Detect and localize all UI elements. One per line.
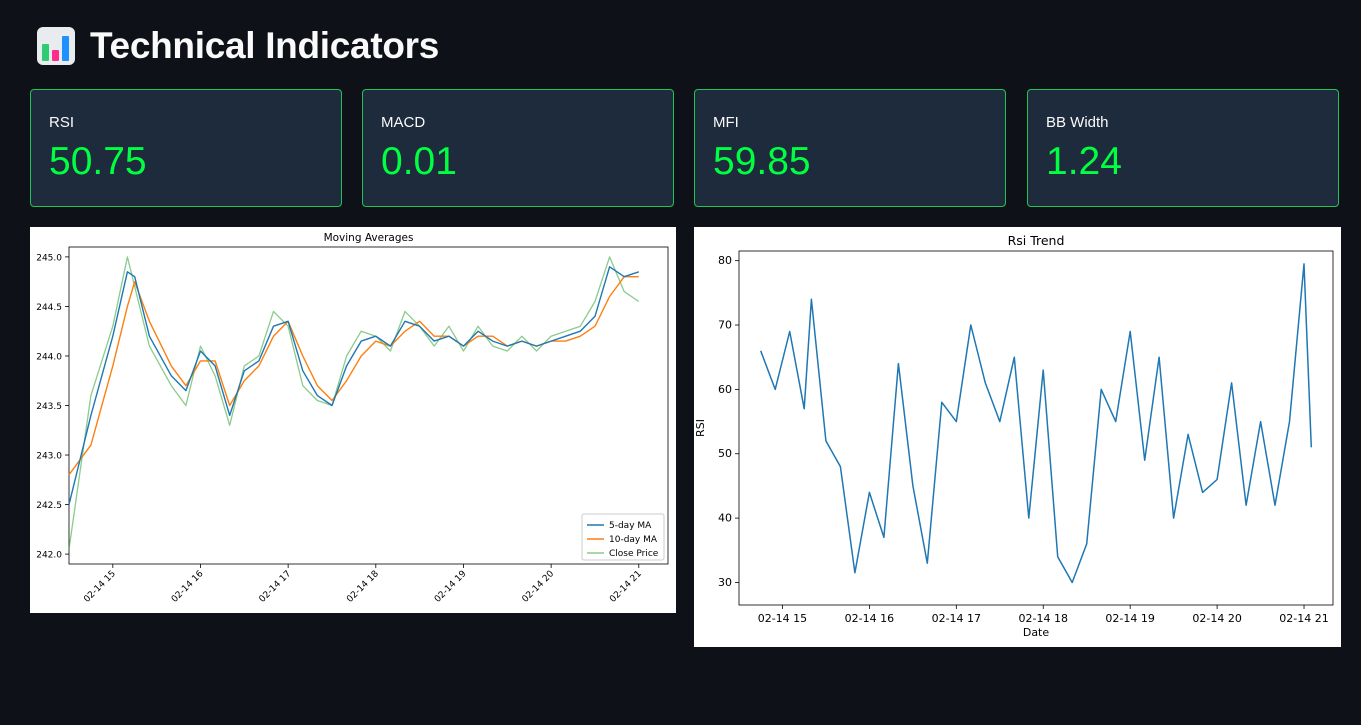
metric-value: 1.24 — [1046, 140, 1122, 183]
metric-label: RSI — [49, 114, 75, 131]
rsi-trend-chart: Rsi Trend 30 40 50 60 70 80 02-14 15 02-14 16 02-… — [694, 233, 1334, 639]
x-tick-label: 02-14 16 — [170, 569, 206, 605]
x-tick-label: 02-14 17 — [932, 612, 981, 625]
metric-value: 59.85 — [713, 140, 811, 183]
legend-label: 10-day MA — [609, 535, 658, 545]
x-tick-label: 02-14 21 — [1279, 612, 1328, 625]
metric-card-bb-width: BB Width 1.24 — [1027, 89, 1339, 207]
x-tick-label: 02-14 20 — [521, 569, 557, 605]
x-tick-label: 02-14 19 — [433, 569, 469, 605]
moving-averages-chart-card: Moving Averages 242.0 242.5 243.0 243.5 244.0… — [30, 227, 676, 613]
series-line-rsi — [759, 263, 1313, 584]
chart-legend: 5-day MA 10-day MA Close Price — [581, 513, 665, 561]
series-line-10-day-ma — [68, 276, 639, 476]
x-tick-label: 02-14 21 — [608, 569, 644, 605]
series-line-close-price — [68, 256, 640, 550]
x-tick-label: 02-14 15 — [82, 569, 118, 605]
legend-label: Close Price — [609, 549, 659, 559]
page-title: Technical Indicators — [90, 25, 440, 66]
chart-title: Rsi Trend — [1008, 233, 1065, 248]
y-tick-label: 70 — [718, 319, 732, 332]
y-tick-label: 244.5 — [36, 303, 62, 313]
y-tick-label: 50 — [718, 447, 732, 460]
x-tick-label: 02-14 19 — [1105, 612, 1154, 625]
bar-chart-icon — [37, 27, 75, 65]
x-axis-label: Date — [1023, 626, 1050, 639]
metric-value: 50.75 — [49, 140, 147, 183]
y-tick-label: 243.0 — [36, 452, 62, 462]
page-header: Technical Indicators — [36, 24, 439, 68]
x-tick-label: 02-14 15 — [758, 612, 807, 625]
metric-label: BB Width — [1046, 114, 1109, 131]
y-axis-label: RSI — [694, 419, 707, 437]
y-tick-label: 40 — [718, 512, 732, 525]
metric-card-rsi: RSI 50.75 — [30, 89, 342, 207]
y-tick-label: 60 — [718, 383, 732, 396]
series-line-5-day-ma — [68, 266, 640, 505]
moving-averages-chart: Moving Averages 242.0 242.5 243.0 243.5 244.0… — [36, 232, 669, 605]
chart-title: Moving Averages — [324, 232, 414, 244]
metric-value: 0.01 — [381, 140, 457, 183]
plot-frame — [738, 250, 1334, 606]
metric-label: MFI — [713, 114, 739, 131]
rsi-trend-chart-card: Rsi Trend 30 40 50 60 70 80 02-14 15 02-14 16 02-… — [694, 227, 1341, 647]
y-tick-label: 244.0 — [36, 352, 62, 362]
x-tick-label: 02-14 17 — [258, 569, 294, 605]
metric-label: MACD — [381, 114, 426, 131]
x-tick-label: 02-14 18 — [1019, 612, 1068, 625]
plot-frame — [68, 246, 669, 565]
y-tick-label: 242.0 — [36, 551, 62, 561]
y-tick-label: 30 — [718, 576, 732, 589]
metric-card-macd: MACD 0.01 — [362, 89, 674, 207]
y-tick-label: 242.5 — [36, 501, 62, 511]
metric-card-mfi: MFI 59.85 — [694, 89, 1006, 207]
x-tick-label: 02-14 18 — [345, 569, 381, 605]
x-tick-label: 02-14 20 — [1192, 612, 1241, 625]
y-tick-label: 245.0 — [36, 253, 62, 263]
y-tick-label: 80 — [718, 254, 732, 267]
y-tick-label: 243.5 — [36, 402, 62, 412]
legend-label: 5-day MA — [609, 521, 652, 531]
x-tick-label: 02-14 16 — [845, 612, 894, 625]
